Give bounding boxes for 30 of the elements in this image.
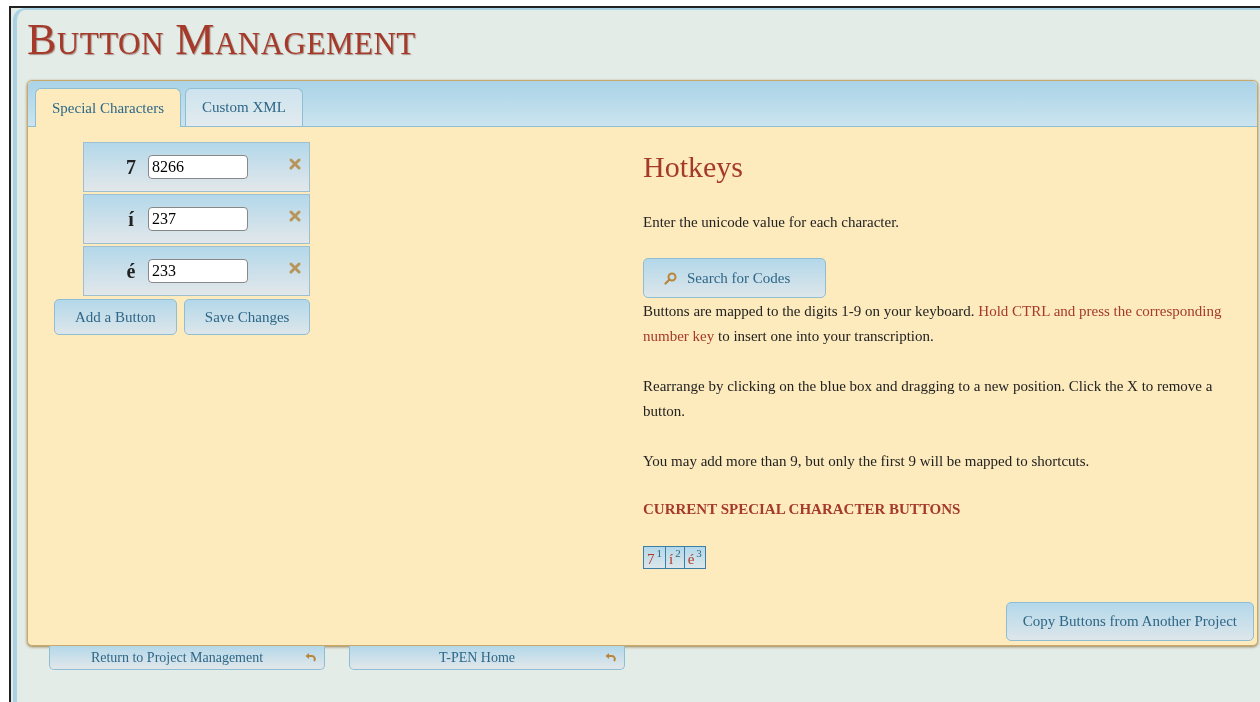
page-title: Button Management (27, 14, 416, 66)
code-field[interactable]: 233 (148, 259, 248, 283)
search-icon (664, 271, 677, 285)
character-label: í (127, 207, 135, 232)
character-row[interactable]: é 233 (83, 246, 310, 296)
return-icon (604, 652, 616, 663)
instruction-text: You may add more than 9, but only the first 9 will be mapped to shortcuts. (643, 452, 1091, 471)
close-icon[interactable] (289, 210, 301, 222)
code-field[interactable]: 8266 (148, 155, 248, 179)
current-buttons-heading: CURRENT SPECIAL CHARACTER BUTTONS (643, 500, 961, 519)
hotkeys-heading: Hotkeys (643, 149, 743, 185)
character-label: 7 (125, 155, 137, 180)
footer-button[interactable]: Return to Project Management (49, 646, 325, 670)
character-row[interactable]: 7 8266 (83, 142, 310, 192)
tab[interactable]: Custom XML (185, 88, 303, 126)
close-icon[interactable] (289, 158, 301, 170)
close-icon[interactable] (289, 262, 301, 274)
character-label: é (125, 259, 137, 284)
search-codes-button[interactable]: Search for Codes (643, 258, 826, 298)
footer-button[interactable]: T-PEN Home (349, 646, 625, 670)
instruction-text: Buttons are mapped to the digits 1-9 on your keyboard. Hold CTRL and press the corresponding number key to insert one into your transcription. (643, 302, 1223, 346)
tab[interactable]: Special Characters (35, 88, 182, 127)
instruction-text: Rearrange by clicking on the blue box and dragging to a new position. Click the X to remove a button. (643, 377, 1214, 421)
character-row[interactable]: í 237 (83, 194, 310, 244)
intro-text: Enter the unicode value for each character. (643, 213, 900, 232)
return-icon (304, 652, 316, 663)
action-button[interactable]: Save Changes (183, 299, 311, 335)
code-field[interactable]: 237 (148, 207, 248, 231)
action-button[interactable]: Add a Button (54, 299, 177, 335)
copy-buttons-button[interactable]: Copy Buttons from Another Project (1005, 602, 1254, 641)
